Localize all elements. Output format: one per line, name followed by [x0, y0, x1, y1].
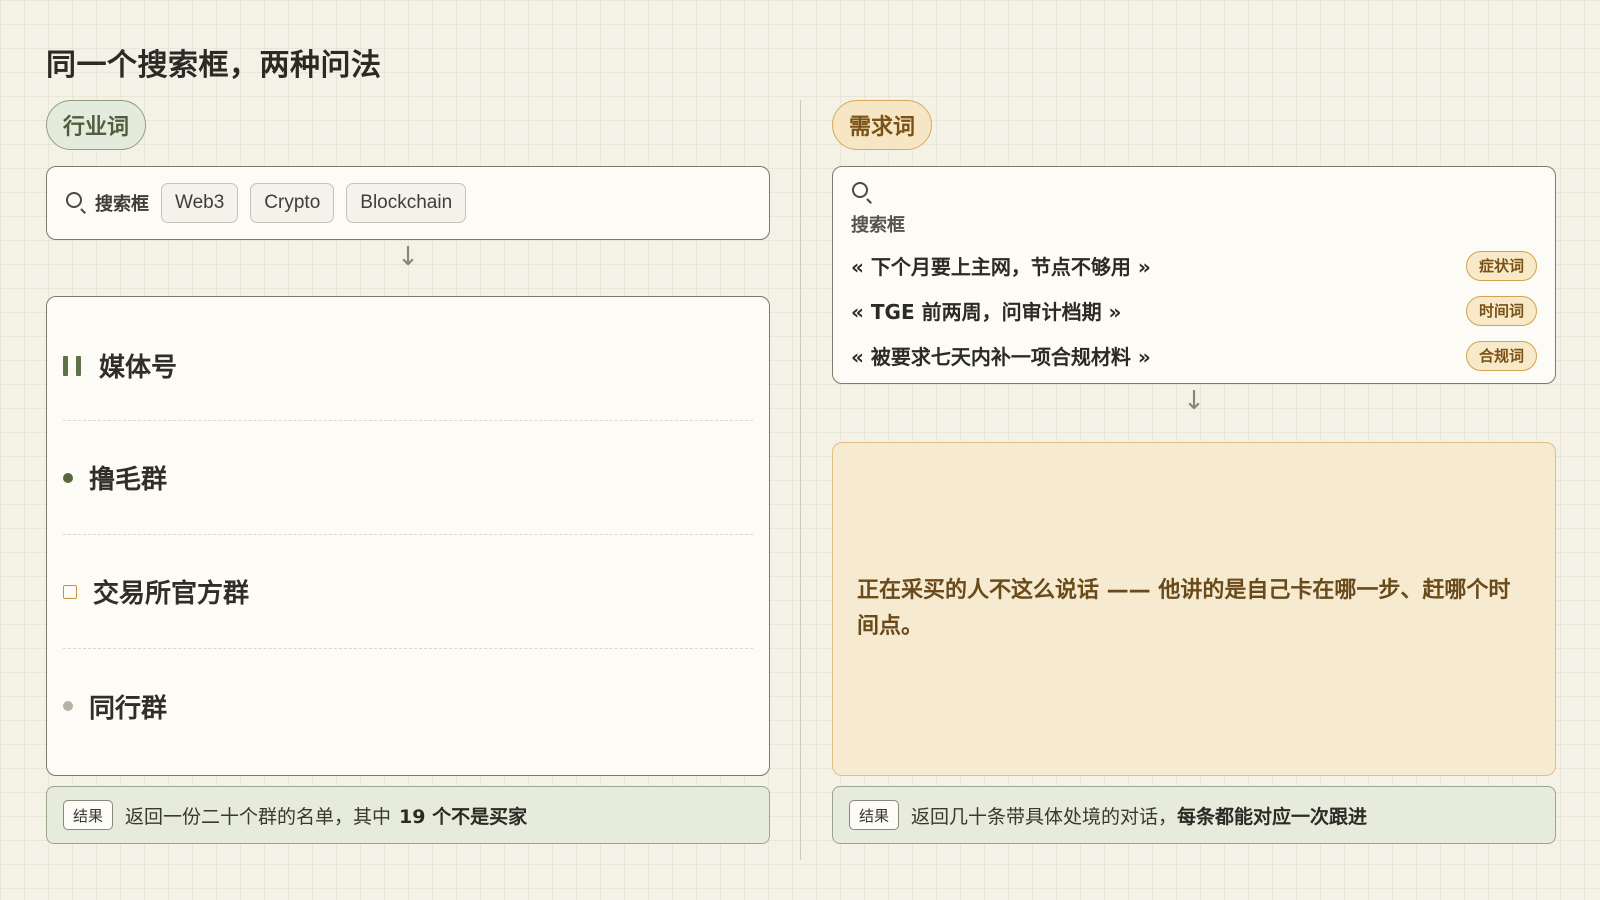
search-icon — [65, 191, 87, 215]
result-label: 同行群 — [89, 693, 168, 724]
result-label: 撸毛群 — [89, 465, 168, 495]
demand-terms-column: 需求词 搜索框 « 下个月要上主网，节点不够用 » 症状词 « TGE 前两周，… — [832, 100, 1556, 844]
list-item[interactable]: 媒体号 — [63, 297, 753, 421]
result-tag: 结果 — [63, 800, 114, 830]
list-item[interactable]: 交易所官方群 — [63, 535, 753, 649]
industry-result-summary: 结果 返回一份二十个群的名单，其中 19 个不是买家 — [46, 786, 770, 844]
keyword-chip-blockchain[interactable]: Blockchain — [346, 183, 467, 223]
result-label: 媒体号 — [99, 353, 178, 383]
result-summary-text: 返回几十条带具体处境的对话， — [911, 805, 1178, 828]
demand-search-box[interactable]: 搜索框 « 下个月要上主网，节点不够用 » 症状词 « TGE 前两周，问审计档… — [832, 166, 1556, 384]
result-summary-highlight: 每条都能对应一次跟进 — [1177, 805, 1368, 828]
query-row[interactable]: « 被要求七天内补一项合规材料 » 合规词 — [851, 333, 1537, 378]
down-arrow-icon: ↓ — [1183, 386, 1205, 416]
query-tag: 时间词 — [1465, 295, 1537, 326]
demand-result-summary: 结果 返回几十条带具体处境的对话， 每条都能对应一次跟进 — [832, 786, 1556, 844]
list-item[interactable]: 同行群 — [63, 649, 753, 763]
industry-search-box[interactable]: 搜索框 Web3 Crypto Blockchain — [46, 166, 770, 240]
keyword-chip-crypto[interactable]: Crypto — [250, 183, 335, 223]
bullet-dot-icon — [63, 472, 73, 483]
keyword-chip-web3[interactable]: Web3 — [161, 183, 239, 223]
industry-terms-column: 行业词 搜索框 Web3 Crypto Blockchain ↓ 媒体号 撸毛群… — [46, 100, 770, 844]
query-tag: 症状词 — [1465, 250, 1537, 281]
query-row[interactable]: « 下个月要上主网，节点不够用 » 症状词 — [851, 243, 1537, 288]
result-summary-highlight: 19 个不是买家 — [399, 805, 528, 828]
search-box-label: 搜索框 — [95, 194, 149, 215]
query-text: « 下个月要上主网，节点不够用 » — [851, 255, 1151, 279]
industry-results-list: 媒体号 撸毛群 交易所官方群 同行群 — [46, 296, 770, 776]
search-icon — [851, 181, 873, 205]
page-title: 同一个搜索框，两种问法 — [46, 48, 382, 83]
insight-card: 正在采买的人不这么说话 —— 他讲的是自己卡在哪一步、赶哪个时间点。 — [832, 442, 1556, 776]
query-row[interactable]: « TGE 前两周，问审计档期 » 时间词 — [851, 288, 1537, 333]
result-tag: 结果 — [849, 800, 900, 830]
demand-terms-pill: 需求词 — [832, 100, 933, 150]
result-label: 交易所官方群 — [93, 579, 250, 609]
search-box-label: 搜索框 — [851, 215, 905, 236]
list-item[interactable]: 撸毛群 — [63, 421, 753, 535]
query-tag: 合规词 — [1465, 340, 1537, 371]
bullet-dot-icon — [63, 701, 73, 711]
query-text: « 被要求七天内补一项合规材料 » — [851, 345, 1151, 369]
column-divider — [800, 100, 801, 860]
query-text: « TGE 前两周，问审计档期 » — [851, 300, 1122, 324]
insight-text: 正在采买的人不这么说话 —— 他讲的是自己卡在哪一步、赶哪个时间点。 — [857, 578, 1511, 639]
square-icon — [63, 584, 77, 599]
result-summary-text: 返回一份二十个群的名单，其中 — [125, 805, 392, 828]
industry-terms-pill: 行业词 — [46, 100, 147, 150]
down-arrow-icon: ↓ — [397, 242, 419, 272]
media-bars-icon — [63, 355, 81, 376]
